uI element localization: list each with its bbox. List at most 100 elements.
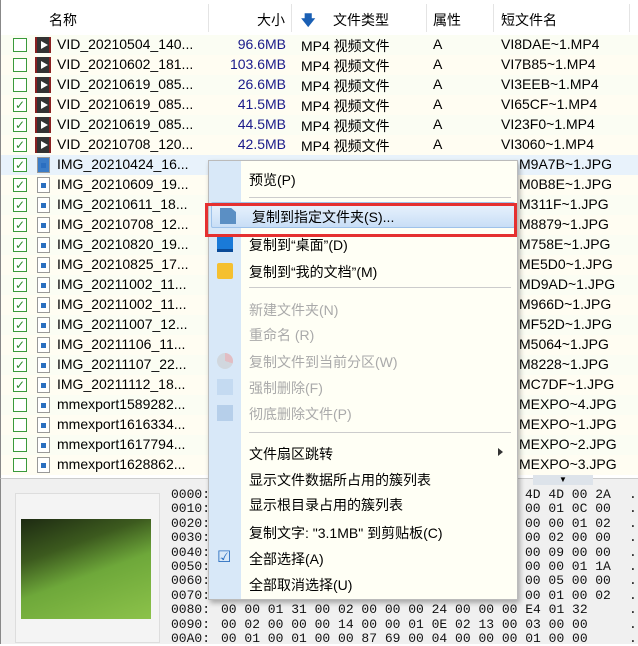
short-name: MEXPO~2.JPG: [519, 436, 617, 452]
hex-ascii: .: [629, 530, 637, 546]
menu-item[interactable]: 复制到“我的文档”(M): [209, 258, 517, 284]
row-checkbox[interactable]: [13, 398, 27, 412]
row-checkbox[interactable]: ✓: [13, 358, 27, 372]
file-attr: A: [433, 36, 443, 52]
hex-offset: 0030:: [171, 530, 211, 546]
file-name: IMG_20211112_18...: [57, 376, 186, 392]
short-name: M5064~1.JPG: [519, 336, 609, 352]
menu-item[interactable]: 彻底删除文件(P): [209, 400, 517, 426]
menu-separator: [249, 287, 511, 288]
image-file-icon: [37, 397, 50, 413]
hex-offset: 0000:: [171, 487, 211, 502]
col-name[interactable]: 名称: [49, 10, 77, 30]
hex-bytes: 00 00 01 31 00 02 00 00 00 24 00 00 00 E…: [221, 602, 588, 618]
menu-item[interactable]: 显示文件数据所占用的簇列表: [209, 466, 517, 492]
file-name: mmexport1617794...: [57, 436, 186, 452]
menu-separator: [249, 432, 511, 433]
col-attr[interactable]: 属性: [433, 10, 461, 30]
image-file-icon: [37, 417, 50, 433]
row-checkbox[interactable]: [13, 418, 27, 432]
menu-item[interactable]: 预览(P): [209, 166, 517, 192]
row-checkbox[interactable]: ✓: [13, 378, 27, 392]
menu-item[interactable]: 复制文件到当前分区(W): [209, 348, 517, 374]
hex-bytes: 00 02 00 00 00 14 00 00 01 0E 02 13 00 0…: [221, 616, 588, 632]
row-checkbox[interactable]: ✓: [13, 258, 27, 272]
menu-item[interactable]: 显示根目录占用的簇列表: [209, 491, 517, 517]
row-checkbox[interactable]: ✓: [13, 118, 27, 132]
table-row[interactable]: VID_20210602_181... 103.6MB MP4 视频文件 A V…: [1, 55, 638, 75]
short-name: M966D~1.JPG: [519, 296, 612, 312]
table-row[interactable]: ✓ VID_20210619_085... 41.5MB MP4 视频文件 A …: [1, 95, 638, 115]
col-size[interactable]: 大小: [257, 10, 285, 30]
image-file-icon: [37, 277, 50, 293]
row-checkbox[interactable]: ✓: [13, 138, 27, 152]
row-checkbox[interactable]: ✓: [13, 198, 27, 212]
row-checkbox[interactable]: ✓: [13, 158, 27, 172]
image-file-icon: [37, 437, 50, 453]
image-file-icon: [37, 317, 50, 333]
scroll-down-button[interactable]: ▼: [533, 475, 593, 485]
menu-item-label: 显示根目录占用的簇列表: [249, 497, 403, 513]
menu-item[interactable]: 全部取消选择(U): [209, 571, 517, 597]
menu-item[interactable]: 新建文件夹(N): [209, 296, 517, 322]
row-checkbox[interactable]: ✓: [13, 298, 27, 312]
file-name: IMG_20210820_19...: [57, 236, 189, 252]
thumbnail: [15, 493, 160, 643]
col-type[interactable]: 文件类型: [333, 10, 389, 30]
short-name: M0B8E~1.JPG: [519, 176, 612, 192]
menu-item[interactable]: 文件扇区跳转: [209, 440, 517, 466]
hex-ascii: .: [629, 559, 637, 574]
video-file-icon: [35, 137, 51, 153]
row-checkbox[interactable]: [13, 38, 27, 52]
row-checkbox[interactable]: ✓: [13, 178, 27, 192]
table-row[interactable]: VID_20210504_140... 96.6MB MP4 视频文件 A VI…: [1, 35, 638, 55]
row-checkbox[interactable]: [13, 438, 27, 452]
hex-ascii: .: [629, 487, 637, 502]
video-file-icon: [35, 57, 51, 73]
table-row[interactable]: VID_20210619_085... 26.6MB MP4 视频文件 A VI…: [1, 75, 638, 95]
menu-item[interactable]: 复制文字: "3.1MB" 到剪贴板(C): [209, 519, 517, 545]
file-name: IMG_20210609_19...: [57, 176, 189, 192]
row-checkbox[interactable]: [13, 458, 27, 472]
file-attr: A: [433, 56, 443, 72]
row-checkbox[interactable]: ✓: [13, 278, 27, 292]
short-name: MEXPO~3.JPG: [519, 456, 617, 472]
image-file-icon: [37, 237, 50, 253]
menu-item[interactable]: 重命名 (R): [209, 321, 517, 347]
hex-ascii: .: [629, 544, 637, 560]
hex-ascii: .: [629, 573, 637, 589]
row-checkbox[interactable]: ✓: [13, 98, 27, 112]
row-checkbox[interactable]: [13, 78, 27, 92]
short-name: VI3060~1.MP4: [501, 136, 595, 152]
video-file-icon: [35, 77, 51, 93]
col-short[interactable]: 短文件名: [501, 10, 557, 30]
menu-item-label: 全部选择(A): [249, 551, 324, 567]
file-name: IMG_20211002_11...: [57, 296, 187, 312]
menu-item-label: 新建文件夹(N): [249, 302, 339, 318]
file-name: VID_20210619_085...: [57, 116, 194, 132]
short-name: ME5D0~1.JPG: [519, 256, 613, 272]
row-checkbox[interactable]: ✓: [13, 238, 27, 252]
menu-item[interactable]: 强制删除(F): [209, 374, 517, 400]
file-name: IMG_20210424_16...: [57, 156, 189, 172]
table-row[interactable]: ✓ VID_20210708_120... 42.5MB MP4 视频文件 A …: [1, 135, 638, 155]
row-checkbox[interactable]: [13, 58, 27, 72]
highlight-box: [205, 203, 517, 237]
submenu-arrow-icon: [498, 448, 503, 456]
short-name: MEXPO~4.JPG: [519, 396, 617, 412]
table-row[interactable]: ✓ VID_20210619_085... 44.5MB MP4 视频文件 A …: [1, 115, 638, 135]
shred-icon: [217, 405, 233, 421]
image-file-icon: [37, 457, 50, 473]
row-checkbox[interactable]: ✓: [13, 318, 27, 332]
hex-bytes: 00 09 00 00: [525, 544, 611, 560]
row-checkbox[interactable]: ✓: [13, 338, 27, 352]
hex-bytes: 4D 4D 00 2A: [525, 487, 611, 502]
short-name: M8879~1.JPG: [519, 216, 609, 232]
row-checkbox[interactable]: ✓: [13, 218, 27, 232]
photo-preview: [21, 519, 151, 619]
image-file-icon: [37, 357, 50, 373]
menu-item[interactable]: ☑ 全部选择(A): [209, 545, 517, 571]
image-file-icon: [37, 197, 50, 213]
arrow-down-icon: 🡇: [301, 12, 316, 28]
file-name: IMG_20211106_11...: [57, 336, 186, 352]
